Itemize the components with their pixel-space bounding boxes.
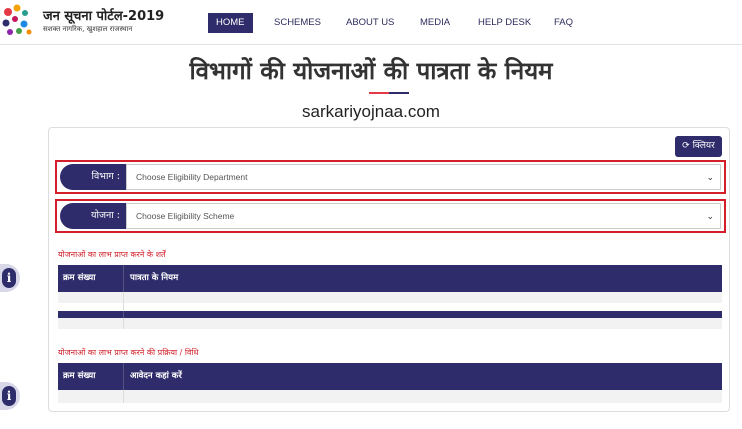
table-row [58, 390, 722, 403]
department-select-value: Choose Eligibility Department [136, 172, 248, 182]
clear-button[interactable]: ⟳ क्लियर [675, 136, 722, 157]
chevron-down-icon: ⌄ [706, 172, 714, 182]
watermark-text: sarkariyojnaa.com [302, 102, 440, 121]
department-select-row: विभाग : Choose Eligibility Department ⌄ [55, 160, 726, 194]
procedure-table: क्रम संख्या आवेदन कहां करें [58, 363, 722, 405]
nav-schemes[interactable]: SCHEMES [266, 13, 329, 33]
site-header: जन सूचना पोर्टल-2019 सशक्त नागरिक, खुशहा… [0, 0, 742, 45]
nav-help-desk[interactable]: HELP DESK [470, 13, 539, 33]
nav-home[interactable]: HOME [208, 13, 253, 33]
table-row [58, 292, 722, 303]
info-icon[interactable]: i [0, 264, 20, 292]
table-row [58, 318, 722, 329]
info-icon[interactable]: i [0, 382, 20, 410]
nav-faq[interactable]: FAQ [546, 13, 581, 33]
table-header: क्रम संख्या आवेदन कहां करें [58, 363, 722, 390]
nav-media[interactable]: MEDIA [412, 13, 458, 33]
title-divider [369, 92, 409, 94]
brand-subtitle: सशक्त नागरिक, खुशहाल राजस्थान [43, 25, 133, 33]
chevron-down-icon: ⌄ [706, 211, 714, 221]
nav-about-us[interactable]: ABOUT US [338, 13, 402, 33]
column-header-serial: क्रम संख्या [58, 265, 124, 292]
clear-button-label: क्लियर [692, 141, 715, 151]
conditions-title: योजनाओं का लाभ प्राप्त करने के शर्तें [58, 250, 166, 259]
conditions-table: क्रम संख्या पात्रता के नियम [58, 265, 722, 333]
column-header-where-to-apply: आवेदन कहां करें [130, 371, 182, 381]
table-header: क्रम संख्या पात्रता के नियम [58, 265, 722, 292]
table-row [58, 311, 722, 318]
scheme-select-row: योजना : Choose Eligibility Scheme ⌄ [55, 199, 726, 233]
scheme-select[interactable]: Choose Eligibility Scheme ⌄ [126, 203, 721, 229]
scheme-select-value: Choose Eligibility Scheme [136, 211, 235, 221]
department-label: विभाग : [60, 164, 126, 190]
eligibility-panel: ⟳ क्लियर विभाग : Choose Eligibility Depa… [48, 127, 730, 412]
page-title: विभागों की योजनाओं की पात्रता के नियम [189, 57, 553, 85]
column-header-eligibility-rules: पात्रता के नियम [130, 273, 179, 283]
department-select[interactable]: Choose Eligibility Department ⌄ [126, 164, 721, 190]
refresh-icon: ⟳ [682, 141, 690, 151]
column-header-serial: क्रम संख्या [58, 363, 124, 390]
brand-title: जन सूचना पोर्टल-2019 [43, 9, 165, 24]
procedure-title: योजनाओं का लाभ प्राप्त करने की प्रक्रिया… [58, 348, 199, 357]
scheme-label: योजना : [60, 203, 126, 229]
portal-logo[interactable] [0, 2, 40, 42]
